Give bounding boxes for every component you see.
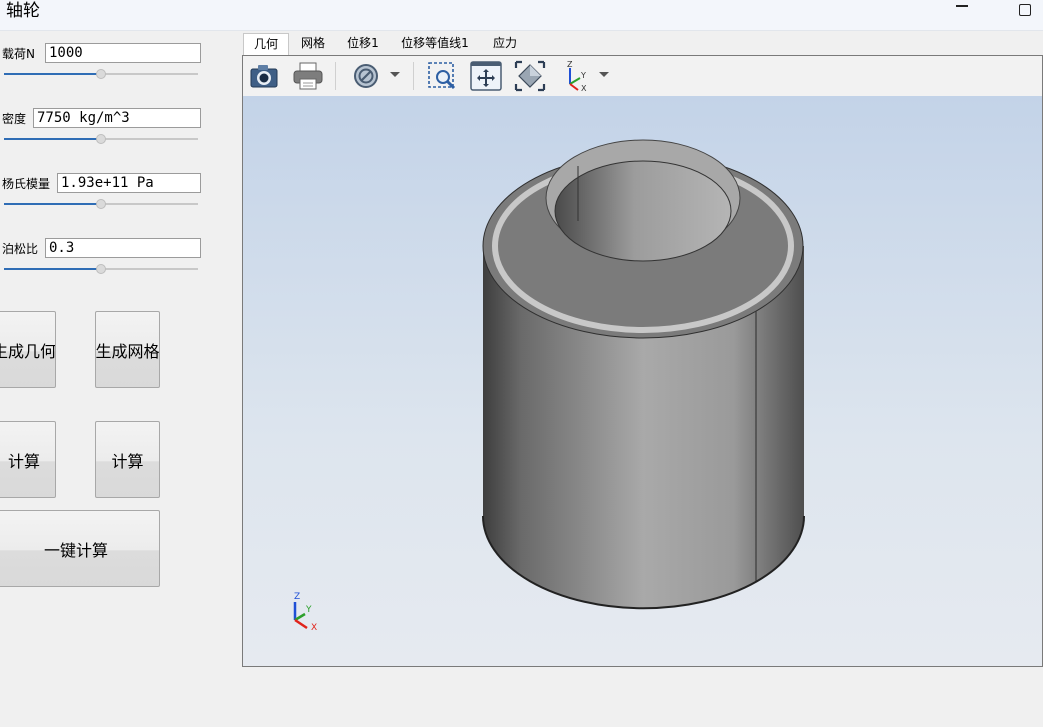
orientation-triad: Z Y X bbox=[293, 592, 317, 632]
snapshot-button[interactable] bbox=[247, 60, 281, 92]
poisson-ratio-label: 泊松比 bbox=[2, 242, 39, 256]
pan-icon bbox=[470, 61, 502, 91]
compute-button-left[interactable]: 计算 bbox=[0, 421, 56, 498]
view-tabs: 几何 网格 位移1 位移等值线1 应力 bbox=[242, 31, 1043, 56]
slider-fill bbox=[4, 73, 101, 75]
pan-button[interactable] bbox=[469, 60, 503, 92]
density-label: 密度 bbox=[2, 112, 27, 126]
clip-plane-button[interactable] bbox=[349, 60, 383, 92]
svg-text:Y: Y bbox=[580, 71, 586, 80]
density-slider[interactable] bbox=[4, 133, 198, 145]
density-input[interactable]: 7750 kg/m^3 bbox=[33, 108, 201, 128]
youngs-modulus-label: 杨氏模量 bbox=[2, 177, 51, 191]
clip-plane-icon bbox=[354, 64, 378, 88]
load-label: 载荷N bbox=[2, 47, 35, 61]
zoom-box-button[interactable] bbox=[425, 60, 459, 92]
slider-thumb[interactable] bbox=[96, 264, 106, 274]
axes-view-button[interactable]: Z Y X bbox=[559, 60, 593, 92]
poisson-ratio-slider[interactable] bbox=[4, 263, 198, 275]
minimize-button[interactable] bbox=[942, 0, 982, 20]
youngs-modulus-slider[interactable] bbox=[4, 198, 198, 210]
3d-viewer: Z Y X Z Y X bbox=[242, 55, 1043, 667]
axes-icon: Z Y X bbox=[567, 60, 587, 92]
triad-z-label: Z bbox=[294, 592, 300, 602]
cylinder-model bbox=[482, 139, 805, 610]
slider-thumb[interactable] bbox=[96, 134, 106, 144]
camera-icon bbox=[250, 65, 278, 88]
tab-mesh[interactable]: 网格 bbox=[292, 33, 334, 54]
tab-displacement[interactable]: 位移1 bbox=[341, 33, 385, 54]
svg-text:Z: Z bbox=[567, 60, 573, 69]
render-canvas[interactable]: Z Y X bbox=[243, 96, 1042, 666]
viewer-toolbar: Z Y X bbox=[243, 56, 1042, 97]
triad-x-label: X bbox=[311, 623, 317, 632]
tab-geometry[interactable]: 几何 bbox=[243, 33, 289, 56]
title-bar: 轴轮 bbox=[0, 0, 1043, 31]
toolbar-separator bbox=[413, 62, 414, 90]
print-icon bbox=[293, 62, 323, 90]
zoom-box-icon bbox=[428, 62, 456, 90]
maximize-button[interactable] bbox=[1005, 0, 1043, 20]
tab-stress[interactable]: 应力 bbox=[486, 33, 524, 54]
compute-button-right[interactable]: 计算 bbox=[95, 421, 160, 498]
slider-thumb[interactable] bbox=[96, 69, 106, 79]
youngs-modulus-input[interactable]: 1.93e+11 Pa bbox=[57, 173, 201, 193]
print-button[interactable] bbox=[291, 60, 325, 92]
generate-geometry-button[interactable]: 生成几何 bbox=[0, 311, 56, 388]
svg-text:X: X bbox=[581, 84, 587, 92]
fit-all-button[interactable] bbox=[513, 60, 547, 92]
clip-plane-dropdown-icon[interactable] bbox=[390, 72, 400, 77]
load-slider[interactable] bbox=[4, 68, 198, 80]
slider-fill bbox=[4, 268, 101, 270]
triad-y-label: Y bbox=[305, 605, 312, 615]
toolbar-separator bbox=[335, 62, 336, 90]
load-input[interactable]: 1000 bbox=[45, 43, 201, 63]
minimize-icon bbox=[956, 5, 968, 7]
slider-fill bbox=[4, 138, 101, 140]
window-title: 轴轮 bbox=[6, 1, 40, 21]
tab-displacement-contour[interactable]: 位移等值线1 bbox=[395, 33, 475, 54]
one-click-compute-button[interactable]: 一键计算 bbox=[0, 510, 160, 587]
poisson-ratio-input[interactable]: 0.3 bbox=[45, 238, 201, 258]
maximize-icon bbox=[1019, 4, 1031, 16]
slider-thumb[interactable] bbox=[96, 199, 106, 209]
axes-dropdown-icon[interactable] bbox=[599, 72, 609, 77]
slider-fill bbox=[4, 203, 101, 205]
fit-all-icon bbox=[514, 60, 546, 92]
generate-mesh-button[interactable]: 生成网格 bbox=[95, 311, 160, 388]
